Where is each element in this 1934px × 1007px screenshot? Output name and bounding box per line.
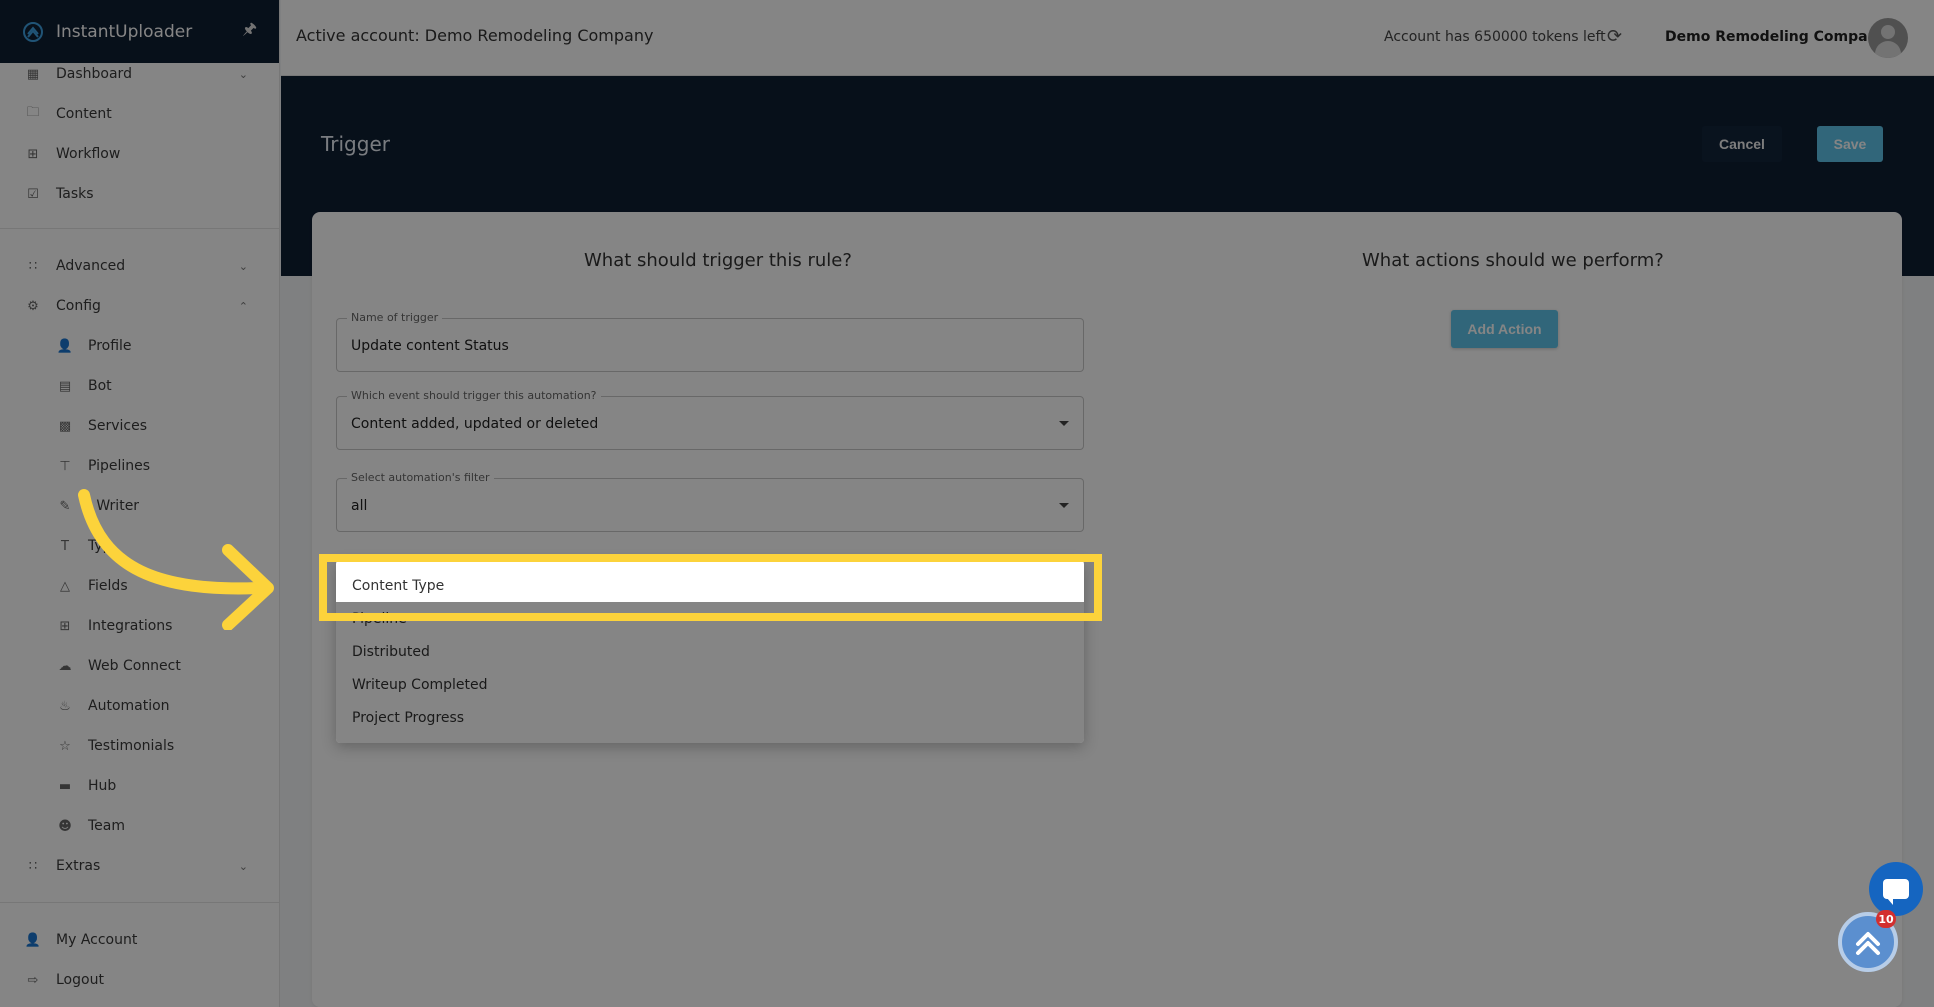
chat-bubble-icon [1883,879,1909,905]
chat-widget-button[interactable] [1869,862,1923,916]
double-chevron-up-icon [1856,932,1880,955]
highlight-box [319,554,1102,621]
menu-dim-overlay [336,602,1084,743]
modal-backdrop [0,0,1934,1007]
pointer-arrow-icon [78,489,274,630]
notification-badge: 10 [1876,910,1896,928]
